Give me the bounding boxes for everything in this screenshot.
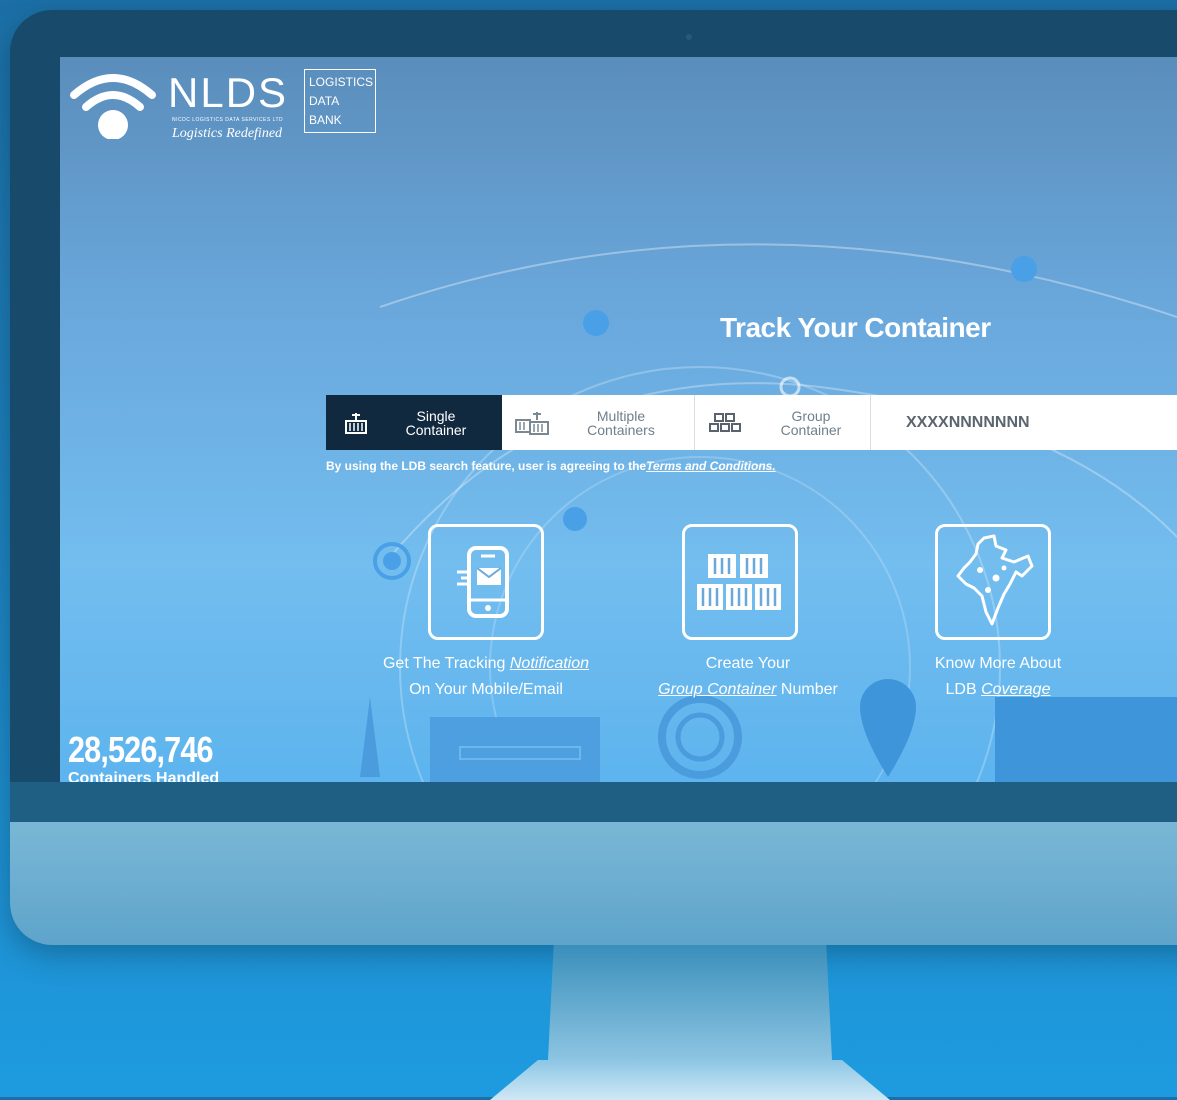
terms-disclaimer: By using the LDB search feature, user is… [326, 459, 776, 473]
website-screen: NLDS NICDC LOGISTICS DATA SERVICES LTD L… [60, 57, 1177, 782]
coverage-link[interactable]: Coverage [981, 681, 1050, 698]
logo-wordmark: NLDS [168, 69, 289, 116]
group-container-icon [695, 412, 755, 434]
tab-label: Multiple Containers [587, 407, 655, 438]
group-container-feature-card[interactable] [682, 524, 798, 640]
logo-company-name: NICDC LOGISTICS DATA SERVICES LTD [172, 117, 284, 123]
container-number-input[interactable] [871, 395, 1177, 450]
caption-text: Create Your [705, 655, 791, 672]
caption-text: Know More About [934, 655, 1062, 672]
logo-tagline: Logistics Redefined [172, 126, 283, 141]
nlds-logo[interactable]: NLDS NICDC LOGISTICS DATA SERVICES LTD L… [68, 67, 388, 142]
multiple-containers-icon [502, 410, 562, 436]
containers-handled-count: 28,526,746 [68, 729, 214, 770]
group-container-feature-caption: Create Your Group Container Number [636, 651, 860, 703]
coverage-feature-caption: Know More About LDB Coverage [918, 651, 1078, 703]
containers-handled-label: Containers Handled [68, 770, 220, 782]
ldb-logo-line: LOGISTICS [309, 75, 374, 89]
tab-label: Single Container [405, 407, 467, 438]
notification-feature-caption: Get The Tracking Notification On Your Mo… [366, 651, 606, 703]
ldb-logo-line: BANK [309, 113, 342, 127]
india-map-icon [956, 534, 1034, 626]
tab-group-container[interactable]: Group Container [695, 395, 871, 450]
container-stack-icon [697, 554, 781, 610]
coverage-feature-card[interactable] [935, 524, 1051, 640]
caption-text: Get The Tracking [382, 655, 510, 672]
tracking-search-bar: Single Container Multiple Containers Gro… [326, 395, 1177, 450]
monitor-chin [10, 822, 1177, 945]
ldb-logo-box: LOGISTICS DATA BANK [304, 69, 376, 133]
disclaimer-text: By using the LDB search feature, user is… [326, 459, 647, 473]
tab-single-container[interactable]: Single Container [326, 395, 502, 450]
webcam-dot [686, 34, 692, 40]
page-title: Track Your Container [720, 312, 991, 343]
monitor-base [490, 1060, 890, 1100]
notification-link[interactable]: Notification [510, 655, 589, 672]
tab-multiple-containers[interactable]: Multiple Containers [502, 395, 695, 450]
caption-text: Number [776, 681, 838, 698]
tab-label: Group Container [780, 407, 842, 438]
mobile-notification-icon [457, 546, 509, 618]
ldb-logo-line: DATA [309, 94, 340, 108]
caption-text: On Your Mobile/Email [409, 681, 563, 698]
caption-text: LDB [945, 681, 982, 698]
container-crane-icon [326, 411, 386, 435]
notification-feature-card[interactable] [428, 524, 544, 640]
terms-and-conditions-link[interactable]: Terms and Conditions. [646, 459, 776, 473]
monitor-bottom-bar [10, 782, 1177, 824]
group-container-link[interactable]: Group Container [658, 681, 776, 698]
wifi-logo-icon [70, 74, 156, 139]
